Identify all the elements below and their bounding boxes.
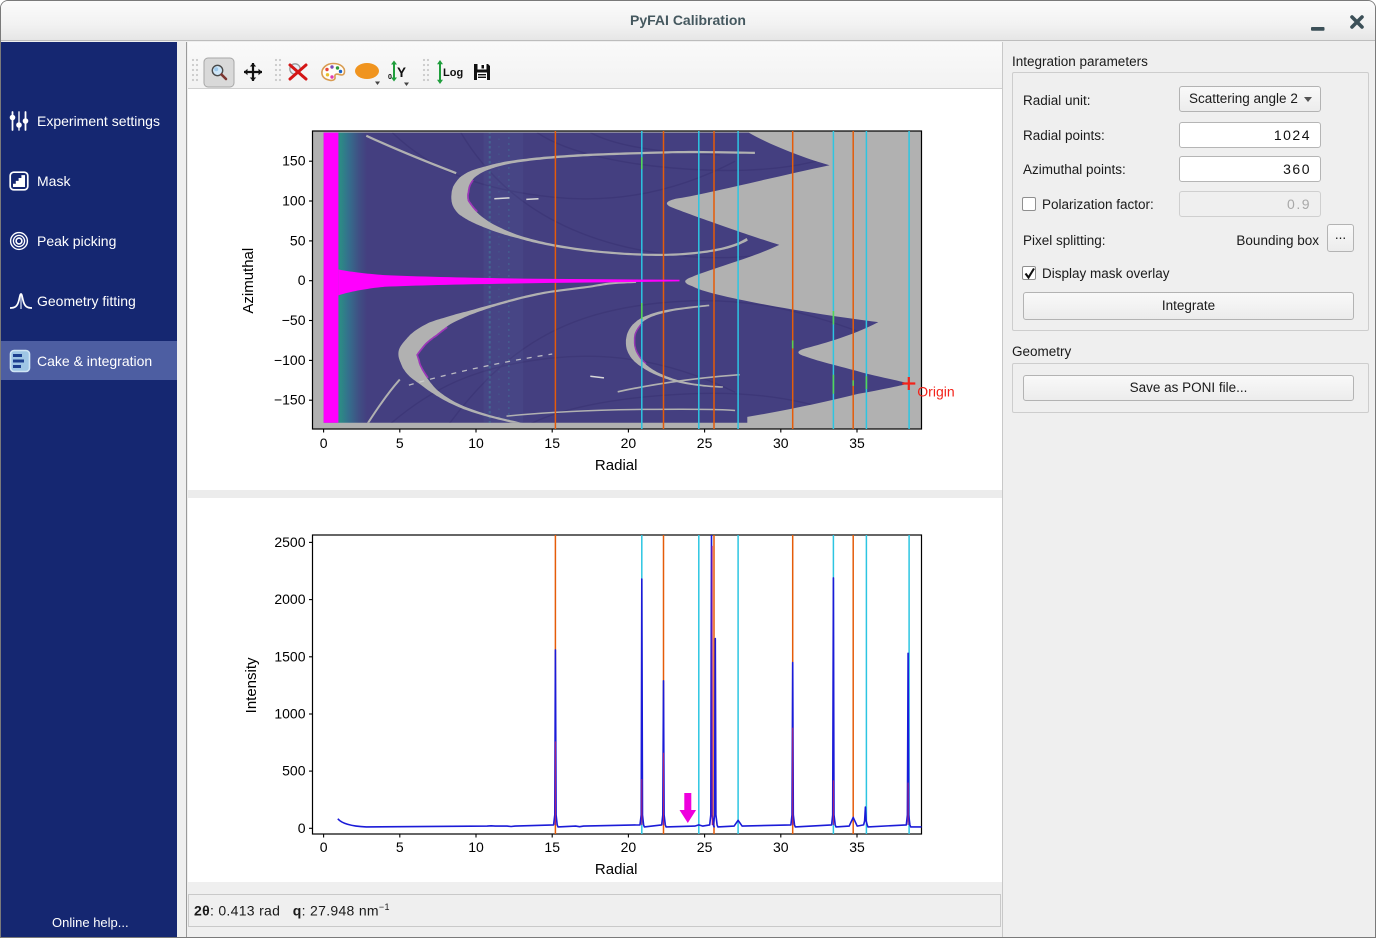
svg-text:0: 0 (388, 74, 392, 81)
svg-text:−50: −50 (282, 312, 306, 328)
svg-text:Origin: Origin (917, 384, 954, 400)
svg-text:50: 50 (290, 232, 306, 248)
svg-text:1500: 1500 (274, 648, 305, 664)
svg-text:30: 30 (773, 435, 789, 451)
svg-text:20: 20 (621, 435, 637, 451)
svg-text:35: 35 (849, 435, 865, 451)
svg-text:Radial: Radial (595, 861, 638, 878)
svg-text:10: 10 (468, 839, 484, 855)
svg-text:Intensity: Intensity (243, 657, 260, 713)
svg-text:0: 0 (298, 272, 306, 288)
svg-text:20: 20 (621, 839, 637, 855)
svg-text:35: 35 (849, 839, 865, 855)
svg-text:15: 15 (544, 435, 560, 451)
svg-text:10: 10 (468, 435, 484, 451)
svg-text:500: 500 (282, 763, 306, 779)
svg-text:25: 25 (697, 839, 713, 855)
svg-text:Azimuthal: Azimuthal (240, 248, 257, 314)
svg-text:15: 15 (544, 839, 560, 855)
svg-text:Radial: Radial (595, 457, 638, 474)
svg-text:150: 150 (282, 153, 306, 169)
svg-text:Log: Log (443, 67, 463, 79)
svg-text:1000: 1000 (274, 706, 305, 722)
svg-text:2000: 2000 (274, 591, 305, 607)
svg-text:0: 0 (320, 435, 328, 451)
svg-text:2500: 2500 (274, 534, 305, 550)
svg-text:100: 100 (282, 193, 306, 209)
svg-text:0: 0 (298, 820, 306, 836)
svg-text:−100: −100 (274, 352, 306, 368)
svg-text:5: 5 (396, 435, 404, 451)
svg-text:Y: Y (397, 65, 406, 80)
svg-text:−150: −150 (274, 392, 306, 408)
svg-text:0: 0 (320, 839, 328, 855)
svg-text:5: 5 (396, 839, 404, 855)
svg-text:25: 25 (697, 435, 713, 451)
svg-text:30: 30 (773, 839, 789, 855)
